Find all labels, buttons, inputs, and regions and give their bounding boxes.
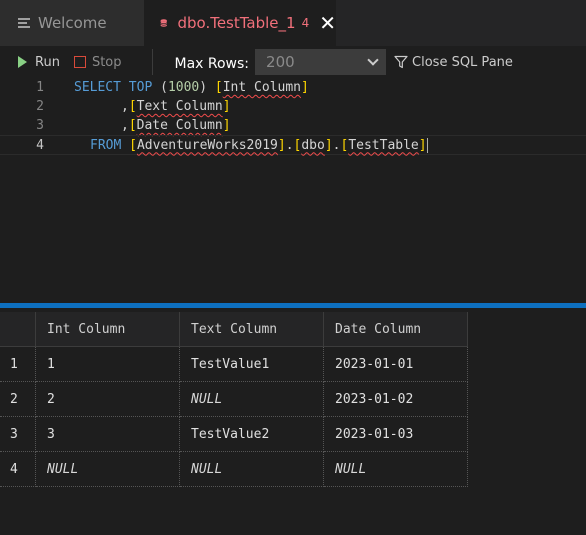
identifier: Text Column [136, 99, 223, 114]
code-line-1: SELECT TOP (1000) [Int Column] [74, 80, 309, 95]
identifier: dbo [301, 137, 325, 153]
bracket: ] [222, 99, 231, 114]
paren-open: ( [160, 80, 168, 95]
tab-test-table[interactable]: dbo.TestTable_1 4 ✕ [144, 0, 336, 46]
tab-welcome[interactable]: Welcome [0, 0, 144, 46]
identifier: AdventureWorks2019 [136, 137, 278, 153]
max-rows-value: 200 [266, 53, 295, 71]
text-column-header[interactable]: Text Column [180, 312, 324, 347]
bracket: [ [128, 99, 137, 114]
grid-cell[interactable]: 2 [36, 382, 180, 417]
keyword-select: SELECT [74, 80, 121, 95]
tab-welcome-label: Welcome [38, 14, 107, 32]
keyword-top: TOP [128, 80, 153, 95]
bracket: [ [129, 137, 137, 153]
toolbar-divider [151, 49, 153, 75]
bracket: ] [222, 118, 231, 133]
stop-button[interactable]: Stop [73, 54, 122, 70]
stop-icon [73, 56, 86, 68]
paren-close: ) [199, 80, 208, 95]
row-number-cell[interactable]: 1 [0, 347, 36, 382]
stop-label: Stop [91, 54, 122, 70]
bracket: ] [324, 137, 333, 153]
run-button[interactable]: Run [18, 55, 60, 70]
run-label: Run [35, 54, 60, 70]
top-count: 1000 [167, 80, 200, 95]
line-number: 3 [36, 118, 44, 133]
table-row: 1 1 TestValue1 2023-01-01 [0, 347, 468, 382]
row-number-cell[interactable]: 4 [0, 452, 36, 487]
max-rows-select[interactable]: 200 [255, 49, 387, 75]
comma: , [121, 118, 129, 133]
table-row: 3 3 TestValue2 2023-01-03 [0, 417, 468, 452]
text-cursor [426, 137, 428, 153]
table-row: 4 NULL NULL NULL [0, 452, 468, 487]
table-row: 2 2 NULL 2023-01-02 [0, 382, 468, 417]
code-line-3: ,[Date Column] [121, 118, 231, 133]
identifier: Int Column [222, 80, 302, 95]
dot: . [285, 137, 294, 153]
date-column-header[interactable]: Date Column [324, 312, 468, 347]
code-line-4: FROM [AdventureWorks2019].[dbo].[TestTab… [90, 137, 428, 153]
grid-cell[interactable]: NULL [180, 452, 324, 487]
line-number: 2 [36, 99, 44, 114]
grid-cell[interactable]: 2023-01-02 [324, 382, 468, 417]
close-sql-pane-label: Close SQL Pane [412, 54, 513, 70]
bracket: ] [418, 137, 427, 153]
grid-cell[interactable]: TestValue2 [180, 417, 324, 452]
grid-cell[interactable]: TestValue1 [180, 347, 324, 382]
editor-line: 1 SELECT TOP (1000) [Int Column] [0, 78, 586, 97]
max-rows-label: Max Rows: [174, 56, 250, 72]
comma: , [121, 99, 129, 114]
line-number: 1 [36, 80, 44, 95]
editor-line: 3 ,[Date Column] [0, 116, 586, 135]
results-grid: Int Column Text Column Date Column 1 1 TestVa… [0, 312, 468, 487]
grid-cell[interactable]: NULL [324, 452, 468, 487]
bracket: ] [301, 80, 309, 95]
grid-cell[interactable]: 2023-01-01 [324, 347, 468, 382]
code-line-2: ,[Text Column] [121, 99, 231, 114]
query-toolbar: Run Stop Max Rows: 200 Close SQL Pane [0, 46, 586, 78]
tab-test-table-label: dbo.TestTable_1 [177, 14, 296, 32]
editor-line-current: 4 FROM [AdventureWorks2019].[dbo].[TestT… [0, 135, 586, 155]
play-icon [18, 56, 27, 68]
bracket: ] [277, 137, 286, 153]
grid-cell[interactable]: NULL [36, 452, 180, 487]
line-number: 4 [36, 137, 44, 153]
bracket: [ [128, 118, 137, 133]
menu-icon [18, 16, 30, 30]
identifier: Date Column [136, 118, 223, 133]
int-column-header[interactable]: Int Column [36, 312, 180, 347]
grid-cell[interactable]: 3 [36, 417, 180, 452]
bracket: [ [214, 80, 223, 95]
grid-cell[interactable]: 1 [36, 347, 180, 382]
chevron-down-icon [367, 53, 379, 66]
close-sql-pane-button[interactable]: Close SQL Pane [394, 55, 513, 70]
funnel-icon [394, 55, 408, 69]
sql-editor[interactable]: 1 SELECT TOP (1000) [Int Column] 2 ,[Tex… [0, 78, 586, 303]
grid-cell[interactable]: 2023-01-03 [324, 417, 468, 452]
editor-line: 2 ,[Text Column] [0, 97, 586, 116]
close-icon[interactable]: ✕ [319, 13, 336, 33]
grid-cell[interactable]: NULL [180, 382, 324, 417]
identifier: TestTable [348, 137, 419, 153]
problem-count-badge: 4 [301, 16, 310, 30]
row-number-cell[interactable]: 2 [0, 382, 36, 417]
database-icon [160, 19, 168, 27]
tab-bar: Welcome dbo.TestTable_1 4 ✕ [0, 0, 586, 46]
results-pane: Int Column Text Column Date Column 1 1 TestVa… [0, 308, 586, 535]
row-number-cell[interactable]: 3 [0, 417, 36, 452]
grid-header-row: Int Column Text Column Date Column [0, 312, 468, 347]
keyword-from: FROM [90, 137, 122, 153]
row-number-header[interactable] [0, 312, 36, 347]
